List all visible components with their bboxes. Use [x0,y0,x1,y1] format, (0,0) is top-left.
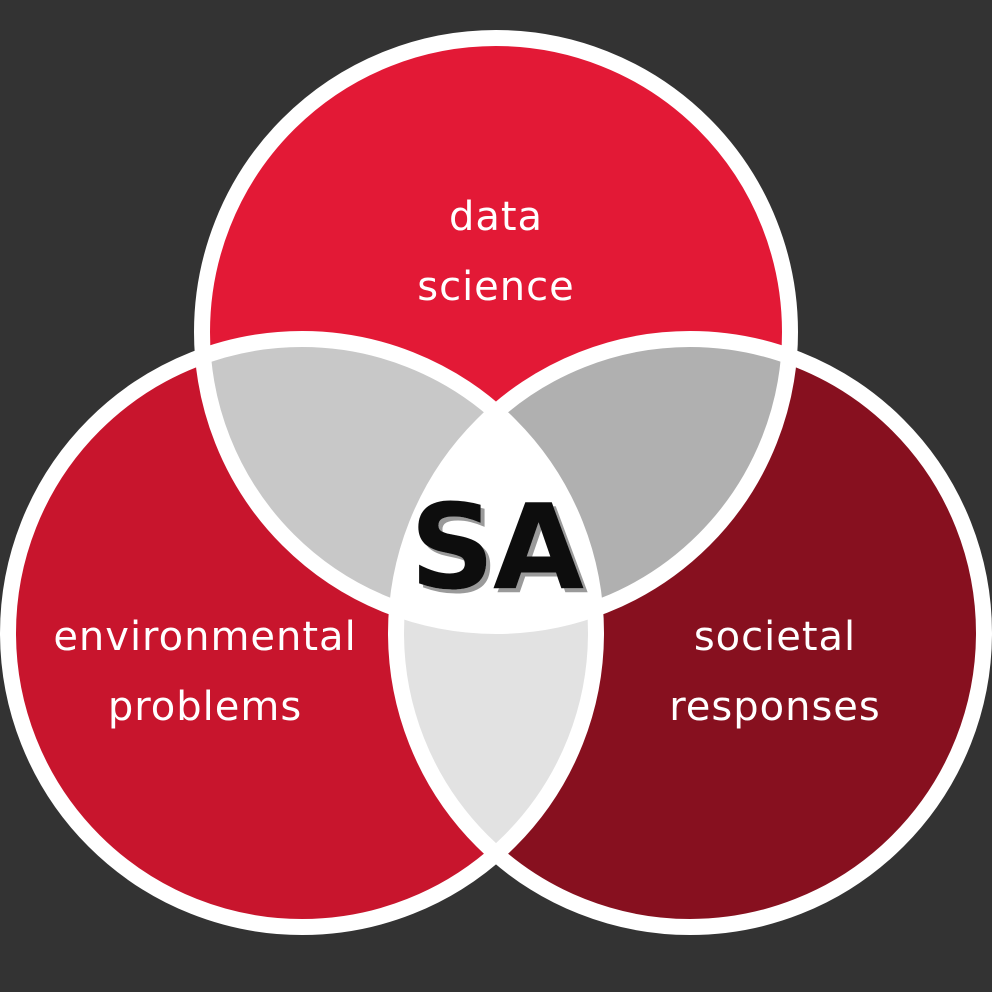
center-label-sa: SA [410,478,584,616]
label-problems: problems [108,684,302,730]
venn-diagram-canvas: data science environmental problems soci… [0,30,992,935]
label-data: data [449,194,543,240]
label-societal: societal [694,614,856,660]
label-environmental: environmental [53,614,356,660]
label-science: science [417,264,575,310]
label-responses: responses [669,684,881,730]
venn-diagram: data science environmental problems soci… [0,0,992,992]
